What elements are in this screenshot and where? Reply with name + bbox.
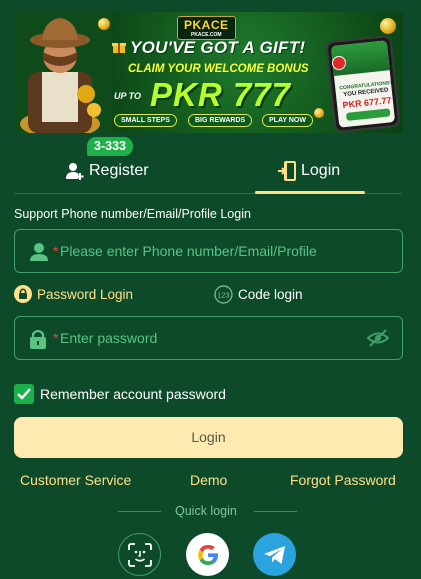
checkmark-icon: [17, 388, 31, 400]
register-bonus-badge: 3-333: [87, 137, 133, 156]
divider-line: [254, 511, 297, 512]
active-tab-indicator: [255, 191, 365, 194]
gift-icon: [112, 43, 126, 53]
banner-headline: YOU'VE GOT A GIFT!: [130, 38, 306, 57]
phone-illustration: CONGRATULATIONS! YOU RECEIVED PKR 677.77: [325, 34, 401, 133]
customer-service-link[interactable]: Customer Service: [20, 472, 131, 488]
code-login-option[interactable]: 123 Code login: [214, 285, 303, 304]
required-mark: *: [53, 330, 59, 346]
tab-register[interactable]: Register: [66, 158, 149, 184]
lock-icon: [30, 329, 46, 349]
password-login-option[interactable]: Password Login: [14, 285, 133, 303]
eye-hidden-icon[interactable]: [367, 329, 389, 347]
tab-login[interactable]: Login: [278, 158, 340, 184]
remember-label: Remember account password: [40, 386, 226, 402]
banner-up-to: UP TO: [114, 91, 142, 101]
login-method-label: Support Phone number/Email/Profile Login: [14, 207, 251, 221]
add-user-icon: [66, 163, 84, 180]
required-mark: *: [53, 243, 59, 259]
remember-checkbox[interactable]: [14, 384, 34, 404]
code-123-icon: 123: [214, 285, 233, 304]
code-login-label: Code login: [238, 287, 303, 302]
banner-pill-play-now: PLAY NOW: [262, 114, 313, 127]
login-button[interactable]: Login: [14, 417, 403, 458]
telegram-login-button[interactable]: [253, 533, 296, 576]
user-icon: [30, 243, 48, 261]
password-field[interactable]: *: [14, 316, 403, 360]
demo-link[interactable]: Demo: [190, 472, 227, 488]
password-login-label: Password Login: [37, 286, 134, 302]
promo-banner[interactable]: PKACE PKACE.COM YOU'VE GOT A GIFT! CLAIM…: [14, 12, 403, 133]
banner-amount: PKR 777: [150, 76, 291, 113]
coin-decoration: [98, 18, 110, 30]
brand-logo: PKACE PKACE.COM: [177, 16, 236, 40]
divider-line: [118, 511, 161, 512]
face-id-icon: [127, 542, 152, 567]
svg-text:123: 123: [218, 293, 230, 300]
forgot-password-link[interactable]: Forgot Password: [290, 472, 396, 488]
notification-bell-icon: [332, 56, 346, 70]
remember-password[interactable]: Remember account password: [14, 384, 226, 404]
account-input[interactable]: [60, 230, 360, 272]
banner-pill-small-steps: SMALL STEPS: [114, 114, 177, 127]
coin-decoration: [314, 108, 324, 118]
coin-decoration: [380, 18, 396, 34]
quick-login-label: Quick login: [175, 504, 237, 518]
telegram-icon: [263, 545, 285, 564]
login-door-icon: [278, 161, 296, 181]
adventurer-illustration: [14, 12, 112, 133]
lock-badge-icon: [14, 285, 32, 303]
banner-claim: CLAIM YOUR WELCOME BONUS: [128, 63, 309, 75]
google-icon: [197, 544, 218, 565]
tab-login-label: Login: [301, 162, 341, 179]
tab-register-label: Register: [89, 162, 149, 179]
account-field[interactable]: *: [14, 229, 403, 273]
password-input[interactable]: [60, 317, 360, 359]
login-page: PKACE PKACE.COM YOU'VE GOT A GIFT! CLAIM…: [0, 0, 421, 579]
banner-pill-big-rewards: BIG REWARDS: [188, 114, 253, 127]
face-login-button[interactable]: [118, 533, 161, 576]
google-login-button[interactable]: [186, 533, 229, 576]
